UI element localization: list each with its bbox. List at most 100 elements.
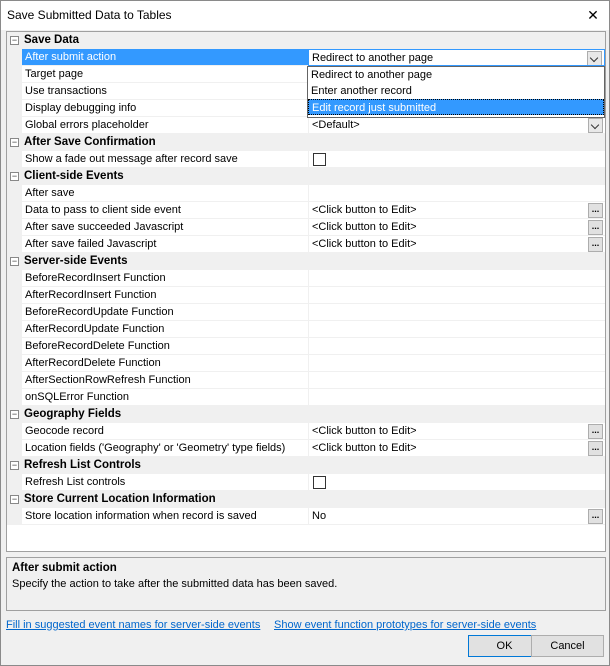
cancel-button[interactable]: Cancel (531, 635, 604, 657)
property-value[interactable] (308, 270, 605, 287)
collapse-icon[interactable]: − (10, 410, 19, 419)
category-label: Refresh List Controls (24, 459, 141, 471)
property-name[interactable]: Show a fade out message after record sav… (22, 151, 308, 168)
property-row-before-record-update[interactable]: BeforeRecordUpdate Function (7, 304, 605, 321)
dialog-window: Save Submitted Data to Tables ✕ − Save D… (0, 0, 610, 666)
property-name[interactable]: After save succeeded Javascript (22, 219, 308, 236)
window-title: Save Submitted Data to Tables (7, 8, 172, 22)
category-geography-fields[interactable]: − Geography Fields (7, 406, 605, 423)
property-value: <Default> (312, 119, 360, 131)
category-store-current-location[interactable]: − Store Current Location Information (7, 491, 605, 508)
property-name[interactable]: Data to pass to client side event (22, 202, 308, 219)
fill-in-event-names-link[interactable]: Fill in suggested event names for server… (6, 619, 260, 631)
property-name[interactable]: AfterRecordInsert Function (22, 287, 308, 304)
description-panel: After submit action Specify the action t… (6, 557, 606, 611)
property-row-after-record-insert[interactable]: AfterRecordInsert Function (7, 287, 605, 304)
dropdown-option[interactable]: Redirect to another page (308, 67, 604, 83)
property-row-on-sql-error[interactable]: onSQLError Function (7, 389, 605, 406)
property-name[interactable]: Global errors placeholder (22, 117, 308, 134)
property-name[interactable]: BeforeRecordDelete Function (22, 338, 308, 355)
category-save-data[interactable]: − Save Data (7, 32, 605, 49)
property-value[interactable] (308, 372, 605, 389)
property-row-before-record-insert[interactable]: BeforeRecordInsert Function (7, 270, 605, 287)
property-row-after-section-row-refresh[interactable]: AfterSectionRowRefresh Function (7, 372, 605, 389)
after-submit-action-select[interactable]: Redirect to another page (308, 49, 605, 66)
property-name[interactable]: BeforeRecordUpdate Function (22, 304, 308, 321)
edit-button[interactable]: ... (588, 237, 603, 252)
chevron-down-icon[interactable] (587, 51, 602, 65)
property-name[interactable]: BeforeRecordInsert Function (22, 270, 308, 287)
property-value[interactable] (308, 338, 605, 355)
edit-button[interactable]: ... (588, 203, 603, 218)
category-label: Save Data (24, 34, 79, 46)
close-button[interactable]: ✕ (583, 5, 603, 25)
property-name[interactable]: After submit action (22, 49, 308, 66)
category-after-save-confirmation[interactable]: − After Save Confirmation (7, 134, 605, 151)
edit-button[interactable]: ... (588, 509, 603, 524)
property-row-after-save-failed-js[interactable]: After save failed Javascript <Click butt… (7, 236, 605, 253)
category-label: Server-side Events (24, 255, 128, 267)
property-value[interactable] (308, 389, 605, 406)
property-value: <Click button to Edit> (312, 425, 417, 437)
chevron-down-icon[interactable] (588, 118, 603, 133)
property-name[interactable]: Use transactions (22, 83, 308, 100)
property-name[interactable]: AfterRecordUpdate Function (22, 321, 308, 338)
show-prototypes-link[interactable]: Show event function prototypes for serve… (274, 619, 536, 631)
property-value: <Click button to Edit> (312, 221, 417, 233)
category-refresh-list-controls[interactable]: − Refresh List Controls (7, 457, 605, 474)
property-value: <Click button to Edit> (312, 442, 417, 454)
property-row-after-record-update[interactable]: AfterRecordUpdate Function (7, 321, 605, 338)
description-text: Specify the action to take after the sub… (12, 578, 338, 590)
property-value[interactable] (308, 321, 605, 338)
category-label: After Save Confirmation (24, 136, 156, 148)
property-row-location-fields[interactable]: Location fields ('Geography' or 'Geometr… (7, 440, 605, 457)
category-label: Store Current Location Information (24, 493, 216, 505)
property-row-global-errors-placeholder[interactable]: Global errors placeholder <Default> (7, 117, 605, 134)
property-name[interactable]: Display debugging info (22, 100, 308, 117)
after-submit-action-dropdown-list: Redirect to another page Enter another r… (307, 66, 605, 118)
property-row-after-save[interactable]: After save (7, 185, 605, 202)
property-row-after-record-delete[interactable]: AfterRecordDelete Function (7, 355, 605, 372)
property-row-store-location[interactable]: Store location information when record i… (7, 508, 605, 525)
property-name[interactable]: After save (22, 185, 308, 202)
collapse-icon[interactable]: − (10, 461, 19, 470)
property-row-data-to-pass[interactable]: Data to pass to client side event <Click… (7, 202, 605, 219)
property-value: <Click button to Edit> (312, 238, 417, 250)
edit-button[interactable]: ... (588, 441, 603, 456)
collapse-icon[interactable]: − (10, 257, 19, 266)
property-row-show-fade-out[interactable]: Show a fade out message after record sav… (7, 151, 605, 168)
property-row-geocode-record[interactable]: Geocode record <Click button to Edit> ..… (7, 423, 605, 440)
category-client-side-events[interactable]: − Client-side Events (7, 168, 605, 185)
fade-out-checkbox[interactable] (313, 153, 326, 166)
property-name[interactable]: After save failed Javascript (22, 236, 308, 253)
dropdown-option[interactable]: Enter another record (308, 83, 604, 99)
category-label: Geography Fields (24, 408, 122, 420)
property-value[interactable] (308, 185, 605, 202)
dropdown-option[interactable]: Edit record just submitted (308, 99, 604, 115)
refresh-list-controls-checkbox[interactable] (313, 476, 326, 489)
property-name[interactable]: onSQLError Function (22, 389, 308, 406)
property-row-after-save-succeeded-js[interactable]: After save succeeded Javascript <Click b… (7, 219, 605, 236)
property-row-after-submit-action[interactable]: After submit action Redirect to another … (7, 49, 605, 66)
property-name[interactable]: AfterSectionRowRefresh Function (22, 372, 308, 389)
global-errors-select[interactable]: <Default> (308, 117, 605, 134)
collapse-icon[interactable]: − (10, 172, 19, 181)
property-name[interactable]: Store location information when record i… (22, 508, 308, 525)
collapse-icon[interactable]: − (10, 138, 19, 147)
collapse-icon[interactable]: − (10, 36, 19, 45)
category-label: Client-side Events (24, 170, 124, 182)
property-row-before-record-delete[interactable]: BeforeRecordDelete Function (7, 338, 605, 355)
collapse-icon[interactable]: − (10, 495, 19, 504)
edit-button[interactable]: ... (588, 220, 603, 235)
property-name[interactable]: Location fields ('Geography' or 'Geometr… (22, 440, 308, 457)
property-value[interactable] (308, 287, 605, 304)
property-row-refresh-list-controls[interactable]: Refresh List controls (7, 474, 605, 491)
category-server-side-events[interactable]: − Server-side Events (7, 253, 605, 270)
property-value[interactable] (308, 355, 605, 372)
property-name[interactable]: AfterRecordDelete Function (22, 355, 308, 372)
edit-button[interactable]: ... (588, 424, 603, 439)
property-name[interactable]: Geocode record (22, 423, 308, 440)
property-value[interactable] (308, 304, 605, 321)
property-name[interactable]: Refresh List controls (22, 474, 308, 491)
property-name[interactable]: Target page (22, 66, 308, 83)
